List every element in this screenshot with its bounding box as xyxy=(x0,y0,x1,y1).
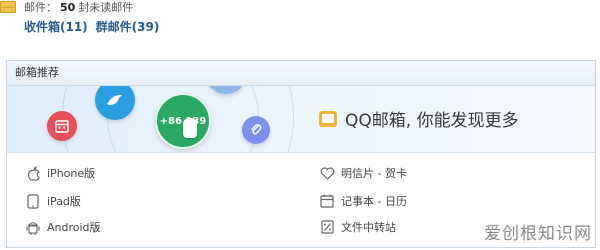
calendar-bubble-icon xyxy=(47,111,77,141)
summary-prefix: 邮件： xyxy=(24,1,57,14)
qq-mail-icon xyxy=(319,110,337,127)
attachment-bubble-icon xyxy=(242,116,270,144)
link-label: iPhone版 xyxy=(47,167,96,180)
notepad-calendar-link[interactable]: 记事本 - 日历 xyxy=(319,193,407,209)
panel-title: 邮箱推荐 xyxy=(7,61,595,86)
iphone-version-link[interactable]: iPhone版 xyxy=(25,165,95,181)
summary-suffix: 封未读邮件 xyxy=(78,1,134,14)
android-icon xyxy=(25,219,41,235)
link-label: 文件中转站 xyxy=(341,221,396,234)
unread-mail-summary: 邮件： 50 封未读邮件 xyxy=(0,0,133,14)
link-label: 记事本 - 日历 xyxy=(341,195,407,208)
hand-pointer-icon xyxy=(183,118,197,138)
android-version-link[interactable]: Android版 xyxy=(25,219,101,235)
inbox-link[interactable]: 收件箱(11) xyxy=(24,18,88,35)
apple-icon xyxy=(25,165,41,181)
ipad-version-link[interactable]: iPad版 xyxy=(25,193,81,209)
tablet-icon xyxy=(25,193,41,209)
qq-mail-promo[interactable]: QQ邮箱, 你能发现更多 xyxy=(319,106,519,131)
promo-text: QQ邮箱, 你能发现更多 xyxy=(345,111,519,131)
promo-banner[interactable]: +86 139 QQ邮箱, 你能发现更多 xyxy=(7,86,595,153)
site-watermark: 爱创根知识网 xyxy=(484,224,592,244)
file-transfer-link[interactable]: 文件中转站 xyxy=(319,219,396,235)
envelope-icon xyxy=(0,1,16,13)
folder-links: 收件箱(11) 群邮件(39) xyxy=(24,18,159,35)
group-mail-link[interactable]: 群邮件(39) xyxy=(96,18,160,35)
link-label: Android版 xyxy=(47,221,101,234)
file-transfer-icon xyxy=(319,219,335,235)
postcard-greeting-link[interactable]: 明信片 - 贺卡 xyxy=(319,165,407,181)
unread-count: 50 xyxy=(60,0,76,14)
heart-icon xyxy=(319,165,335,181)
link-label: 明信片 - 贺卡 xyxy=(341,167,407,180)
calendar-icon xyxy=(319,193,335,209)
link-label: iPad版 xyxy=(47,195,81,208)
